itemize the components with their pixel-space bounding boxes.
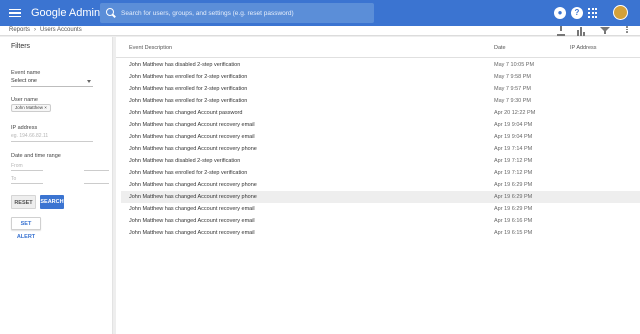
date-to-underline [11, 183, 43, 184]
date-cell: Apr 19 6:29 PM [494, 182, 533, 188]
date-range-label: Date and time range [11, 153, 61, 159]
table-row[interactable]: John Matthew has disabled 2-step verific… [121, 155, 640, 167]
event-description-cell: John Matthew has changed Account recover… [129, 194, 257, 200]
date-cell: Apr 19 9:04 PM [494, 134, 533, 140]
filters-panel: Filters Event name Select one User name … [0, 37, 113, 334]
app-title[interactable]: Google Admin [31, 7, 100, 19]
top-app-bar: Google Admin ● ? [0, 0, 640, 26]
event-description-cell: John Matthew has enrolled for 2-step ver… [129, 74, 248, 80]
menu-icon[interactable] [9, 8, 21, 18]
event-description-cell: John Matthew has changed Account passwor… [129, 110, 243, 116]
search-icon[interactable] [106, 8, 116, 18]
date-cell: Apr 19 7:14 PM [494, 146, 533, 152]
table-row[interactable]: John Matthew has changed Account recover… [121, 119, 640, 131]
dropdown-arrow-icon [87, 80, 91, 83]
filters-title: Filters [11, 43, 31, 50]
table-body: John Matthew has disabled 2-step verific… [121, 59, 640, 239]
more-vert-icon[interactable] [622, 26, 632, 36]
ip-address-underline [11, 141, 93, 142]
event-description-cell: John Matthew has disabled 2-step verific… [129, 62, 241, 68]
date-cell: Apr 19 9:04 PM [494, 122, 533, 128]
event-description-cell: John Matthew has changed Account recover… [129, 218, 255, 224]
table-row[interactable]: John Matthew has changed Account recover… [121, 215, 640, 227]
event-description-cell: John Matthew has changed Account recover… [129, 182, 257, 188]
search-button[interactable]: SEARCH [40, 195, 64, 209]
search-bar[interactable] [100, 3, 374, 23]
table-row[interactable]: John Matthew has enrolled for 2-step ver… [121, 167, 640, 179]
reset-button[interactable]: RESET [11, 195, 36, 209]
user-name-chip[interactable]: John Matthew × [11, 104, 51, 112]
date-from-input[interactable]: From [11, 163, 23, 169]
date-cell: Apr 19 6:16 PM [494, 218, 533, 224]
ip-address-label: IP address [11, 125, 38, 131]
apps-grid-icon[interactable] [588, 8, 598, 18]
chip-close-icon[interactable]: × [44, 105, 47, 110]
table-header: Event Description Date IP Address [116, 37, 640, 58]
table-row[interactable]: John Matthew has changed Account recover… [121, 179, 640, 191]
event-description-cell: John Matthew has changed Account recover… [129, 134, 255, 140]
date-cell: Apr 19 6:29 PM [494, 206, 533, 212]
event-description-cell: John Matthew has enrolled for 2-step ver… [129, 86, 248, 92]
event-description-cell: John Matthew has changed Account recover… [129, 122, 255, 128]
table-row[interactable]: John Matthew has enrolled for 2-step ver… [121, 71, 640, 83]
chevron-right-icon: › [34, 27, 37, 33]
date-to-input[interactable]: To [11, 176, 16, 182]
table-row[interactable]: John Matthew has enrolled for 2-step ver… [121, 95, 640, 107]
date-cell: Apr 19 6:29 PM [494, 194, 533, 200]
table-row[interactable]: John Matthew has enrolled for 2-step ver… [121, 83, 640, 95]
date-cell: May 7 9:30 PM [494, 98, 531, 104]
table-row[interactable]: John Matthew has changed Account recover… [121, 143, 640, 155]
date-cell: Apr 19 6:15 PM [494, 230, 533, 236]
table-row[interactable]: John Matthew has changed Account recover… [121, 191, 640, 203]
column-header-event-description[interactable]: Event Description [129, 45, 172, 51]
event-description-cell: John Matthew has enrolled for 2-step ver… [129, 98, 248, 104]
report-table-panel: Event Description Date IP Address John M… [116, 26, 640, 334]
breadcrumb-bar: Reports › Users Accounts [0, 26, 640, 36]
table-row[interactable]: John Matthew has changed Account passwor… [121, 107, 640, 119]
event-description-cell: John Matthew has changed Account recover… [129, 206, 255, 212]
column-header-ip-address[interactable]: IP Address [570, 45, 597, 51]
columns-icon[interactable] [577, 26, 587, 36]
filter-icon[interactable] [600, 26, 610, 36]
event-description-cell: John Matthew has changed Account recover… [129, 146, 257, 152]
table-row[interactable]: John Matthew has disabled 2-step verific… [121, 59, 640, 71]
event-name-select[interactable]: Select one [11, 78, 93, 87]
account-circle-icon[interactable]: ● [554, 7, 566, 19]
date-cell: May 7 9:58 PM [494, 74, 531, 80]
set-alert-button[interactable]: SET ALERT [11, 217, 41, 240]
date-cell: Apr 19 7:12 PM [494, 158, 533, 164]
breadcrumb-reports[interactable]: Reports [9, 27, 30, 33]
table-row[interactable]: John Matthew has changed Account recover… [121, 227, 640, 239]
date-cell: May 7 9:57 PM [494, 86, 531, 92]
date-cell: May 7 10:05 PM [494, 62, 535, 68]
breadcrumb-users-accounts: Users Accounts [40, 27, 82, 33]
user-name-label: User name [11, 97, 38, 103]
download-icon[interactable] [556, 26, 566, 36]
event-name-label: Event name [11, 70, 41, 76]
date-cell: Apr 20 12:22 PM [494, 110, 536, 116]
breadcrumb: Reports › Users Accounts [9, 27, 82, 33]
event-description-cell: John Matthew has disabled 2-step verific… [129, 158, 241, 164]
table-row[interactable]: John Matthew has changed Account recover… [121, 203, 640, 215]
event-description-cell: John Matthew has enrolled for 2-step ver… [129, 170, 248, 176]
event-description-cell: John Matthew has changed Account recover… [129, 230, 255, 236]
search-input[interactable] [121, 9, 371, 17]
time-from-input[interactable] [84, 170, 109, 171]
time-to-input[interactable] [84, 183, 109, 184]
column-header-date[interactable]: Date [494, 45, 506, 51]
table-row[interactable]: John Matthew has changed Account recover… [121, 131, 640, 143]
ip-address-input[interactable]: eg. 194.66.82.11 [11, 133, 48, 139]
user-name-chip-label: John Matthew [15, 105, 44, 110]
help-icon[interactable]: ? [571, 7, 583, 19]
date-from-underline [11, 170, 43, 171]
date-cell: Apr 19 7:12 PM [494, 170, 533, 176]
event-name-value: Select one [11, 78, 37, 84]
avatar[interactable] [613, 5, 628, 20]
